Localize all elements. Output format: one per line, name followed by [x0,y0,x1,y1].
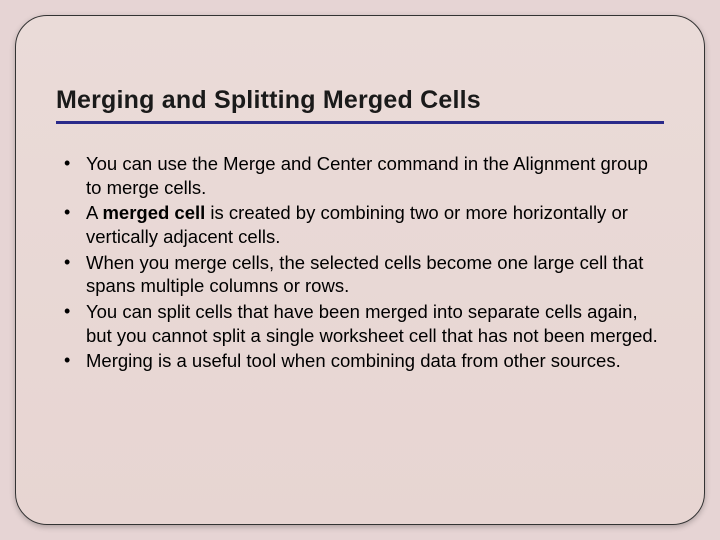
list-item: When you merge cells, the selected cells… [60,251,664,298]
bullet-text: When you merge cells, the selected cells… [86,252,643,297]
slide-card: Merging and Splitting Merged Cells You c… [15,15,705,525]
bullet-list: You can use the Merge and Center command… [56,152,664,373]
bullet-text: A [86,202,102,223]
bullet-bold: merged cell [102,202,205,223]
list-item: You can split cells that have been merge… [60,300,664,347]
list-item: Merging is a useful tool when combining … [60,349,664,373]
list-item: You can use the Merge and Center command… [60,152,664,199]
bullet-text: You can use the Merge and Center command… [86,153,648,198]
slide-title: Merging and Splitting Merged Cells [56,86,664,124]
bullet-text: You can split cells that have been merge… [86,301,658,346]
bullet-text: Merging is a useful tool when combining … [86,350,621,371]
list-item: A merged cell is created by combining tw… [60,201,664,248]
